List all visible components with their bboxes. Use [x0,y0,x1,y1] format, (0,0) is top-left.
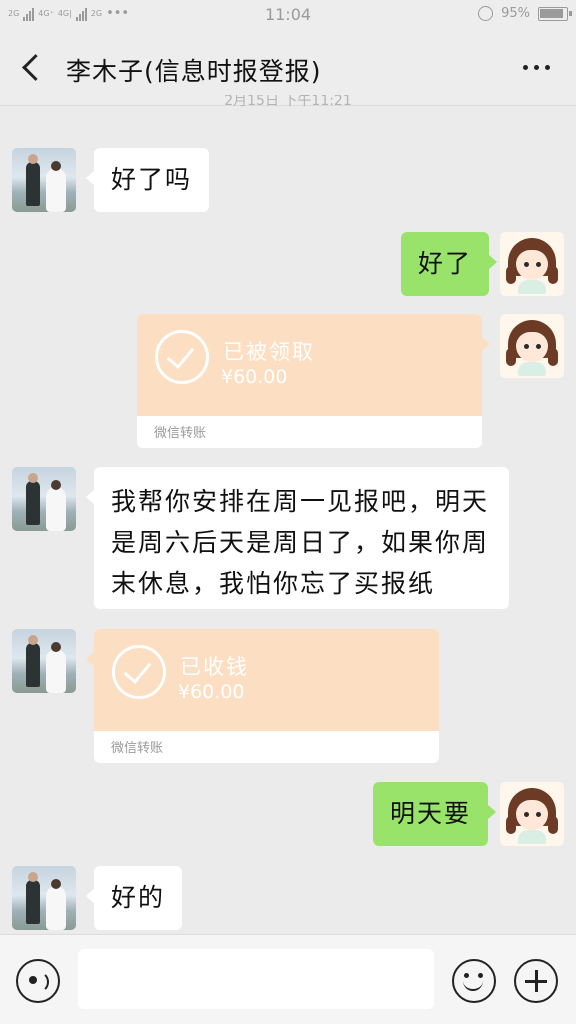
message-bubble-sent[interactable]: 明天要 [373,782,497,846]
emoji-icon[interactable] [452,959,496,1003]
transfer-card-sent[interactable]: 已被领取 ¥60.00 微信转账 [137,314,490,448]
chat-title: 李木子(信息时报登报) [66,57,322,86]
check-circle-icon [112,645,166,699]
transfer-amount: ¥60.00 [178,681,245,703]
message-bubble-received[interactable]: 我帮你安排在周一见报吧，明天 是周六后天是周日了，如果你周 末休息，我怕你忘了买… [86,467,509,609]
message-text: 明天要 [390,799,472,828]
plus-icon[interactable] [514,959,558,1003]
my-avatar[interactable] [500,314,564,378]
transfer-status: 已被领取 [223,340,315,364]
my-avatar[interactable] [500,232,564,296]
message-input[interactable] [78,949,434,1009]
message-timestamp: 2月15日 下午11:21 [224,95,352,107]
dot [522,64,528,70]
contact-avatar[interactable] [12,629,76,693]
message-bubble-sent[interactable]: 好了 [401,232,498,296]
status-right: 95% [478,6,572,21]
transfer-footer: 微信转账 [154,426,207,441]
battery-icon [538,6,572,21]
my-avatar[interactable] [500,782,564,846]
message-text-line: 是周六后天是周日了，如果你周 [111,528,490,557]
check-circle-icon [155,330,209,384]
transfer-footer: 微信转账 [111,741,164,756]
alarm-icon [478,6,494,21]
battery-percent: 95% [501,6,530,21]
back-button[interactable] [14,48,50,88]
contact-avatar[interactable] [12,148,76,212]
dot [544,64,550,70]
message-text: 好了吗 [111,165,193,194]
status-bar: 2G 4G⁺ 4G| 2G ••• 11:04 95% [0,0,576,30]
message-text: 好的 [111,883,166,912]
contact-avatar[interactable] [12,467,76,531]
message-text: 好了 [418,249,473,278]
message-bubble-received[interactable]: 好了吗 [85,148,210,212]
input-bar [0,934,576,1024]
contact-avatar[interactable] [12,866,76,930]
message-bubble-received[interactable]: 好的 [85,866,183,930]
message-text-line: 我帮你安排在周一见报吧，明天 [111,487,490,516]
dot [533,64,539,70]
transfer-amount: ¥60.00 [221,366,288,388]
voice-icon[interactable] [16,959,60,1003]
transfer-status: 已收钱 [180,655,249,679]
message-text-line: 末休息，我怕你忘了买报纸 [111,569,436,598]
transfer-card-received[interactable]: 已收钱 ¥60.00 微信转账 [86,629,439,763]
more-options-button[interactable] [516,52,556,82]
